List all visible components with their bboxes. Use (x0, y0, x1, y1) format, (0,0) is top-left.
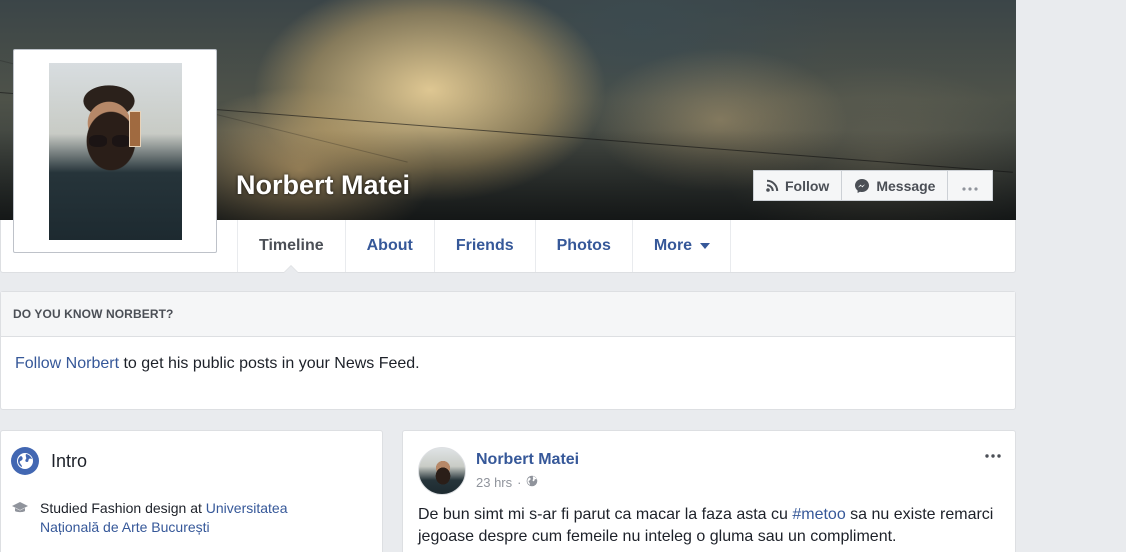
intro-card: Intro Studied Fashion design at Universi… (0, 430, 383, 552)
follow-link[interactable]: Follow Norbert (15, 355, 119, 372)
post-text: De bun simt mi s-ar fi parut ca macar la… (418, 506, 994, 545)
do-you-know-card: DO YOU KNOW NORBERT? Follow Norbert to g… (0, 291, 1016, 410)
intro-education: Studied Fashion design at Universitatea … (11, 499, 320, 537)
rss-icon (766, 179, 779, 192)
public-globe-icon[interactable] (526, 475, 538, 490)
right-gutter (1016, 0, 1126, 552)
meta-separator: · (517, 475, 522, 490)
dropdown-caret-icon (700, 243, 711, 249)
intro-education-text: Studied Fashion design at Universitatea … (40, 500, 288, 535)
more-dots-icon (985, 445, 1001, 463)
post-author-avatar[interactable] (418, 447, 466, 495)
tab-timeline[interactable]: Timeline (238, 220, 346, 273)
more-actions-button[interactable] (948, 170, 994, 201)
profile-name[interactable]: Norbert Matei (236, 170, 410, 201)
intro-header: Intro (11, 447, 87, 475)
follow-label: Follow (785, 177, 830, 194)
tab-photos[interactable]: Photos (536, 220, 633, 272)
tab-friends[interactable]: Friends (435, 220, 536, 272)
tab-more[interactable]: More (633, 220, 732, 272)
do-you-know-text: to get his public posts in your News Fee… (119, 355, 420, 372)
message-button[interactable]: Message (842, 170, 949, 201)
tab-about[interactable]: About (346, 220, 435, 272)
profile-photo (49, 63, 182, 240)
post-meta: 23 hrs · (476, 475, 538, 490)
sunglasses-left (89, 135, 107, 147)
messenger-icon (854, 178, 870, 194)
sunglasses-right (112, 135, 130, 147)
post-author-name[interactable]: Norbert Matei (476, 451, 579, 469)
post-options-button[interactable] (983, 447, 1003, 461)
graduation-cap-icon (11, 499, 31, 537)
drink-glass (129, 111, 141, 147)
intro-title: Intro (51, 450, 88, 471)
message-label: Message (876, 177, 936, 194)
hashtag-link[interactable]: #metoo (792, 506, 845, 523)
do-you-know-heading: DO YOU KNOW NORBERT? (1, 292, 1015, 337)
do-you-know-body: Follow Norbert to get his public posts i… (1, 337, 1015, 391)
follow-button[interactable]: Follow (753, 170, 843, 201)
profile-tabs: Timeline About Friends Photos More (237, 220, 732, 273)
profile-picture[interactable] (13, 49, 217, 253)
globe-icon (11, 447, 39, 475)
more-dots-icon (962, 178, 979, 194)
post-card: Norbert Matei 23 hrs · De bun simt mi s-… (402, 430, 1016, 552)
post-timestamp[interactable]: 23 hrs (476, 475, 512, 490)
cover-actions: Follow Message (753, 170, 994, 201)
